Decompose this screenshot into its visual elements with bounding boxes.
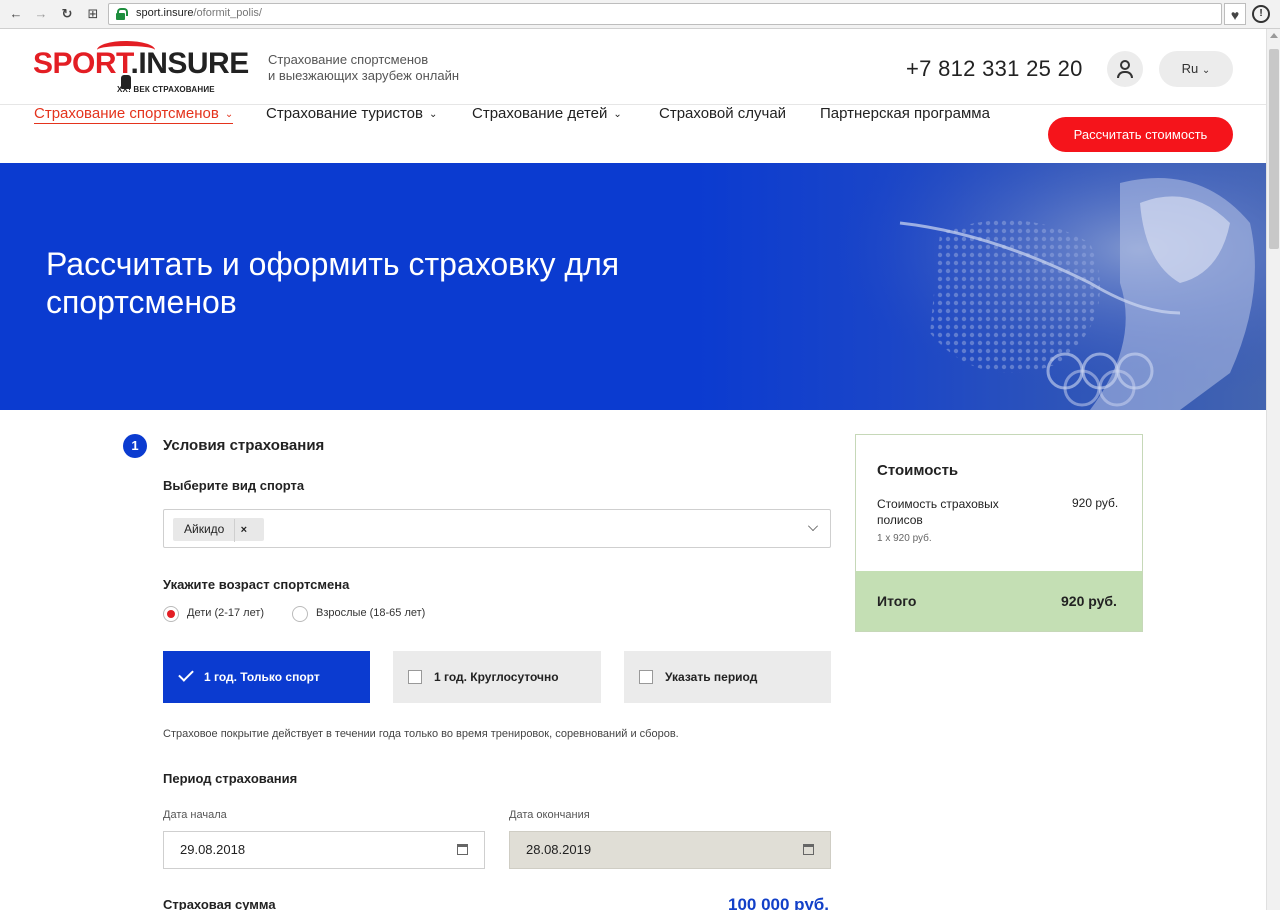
radio-icon[interactable]: [292, 606, 308, 622]
step-title: Условия страхования: [163, 437, 325, 454]
cost-title: Стоимость: [877, 462, 959, 479]
policy-cost-value: 920 руб.: [1072, 496, 1119, 510]
phone-number[interactable]: +7 812 331 25 20: [906, 56, 1083, 82]
url-text: sport.insure/oformit_polis/: [136, 7, 262, 19]
nav-item-claims[interactable]: Страховой случай: [659, 105, 786, 122]
site-header: SPORT.INSURE XX! ВЕК СТРАХОВАНИЕ Страхов…: [0, 29, 1266, 163]
user-icon-body: [1117, 71, 1133, 78]
scroll-up-icon[interactable]: [1270, 33, 1278, 38]
period-option-round-the-clock[interactable]: 1 год. Круглосуточно: [393, 651, 601, 703]
chevron-down-icon[interactable]: [808, 521, 818, 531]
checkbox-icon[interactable]: [408, 670, 422, 684]
logo-brand: SPORT.INSURE: [33, 47, 249, 80]
age-label: Укажите возраст спортсмена: [163, 577, 350, 592]
forward-icon[interactable]: →: [33, 6, 49, 22]
apps-icon[interactable]: ⊞: [85, 6, 101, 22]
step-number-badge: 1: [123, 434, 147, 458]
remove-sport-icon[interactable]: ×: [234, 519, 252, 542]
hero-athlete-image: [760, 163, 1266, 410]
scrollbar-thumb[interactable]: [1269, 49, 1279, 249]
calendar-icon[interactable]: [457, 844, 468, 855]
user-icon: [1120, 60, 1130, 70]
check-icon: [178, 666, 194, 682]
total-value: 920 руб.: [1061, 593, 1117, 609]
reload-icon[interactable]: ↻: [59, 6, 75, 22]
checkbox-icon[interactable]: [639, 670, 653, 684]
start-date-label: Дата начала: [163, 809, 227, 821]
insured-sum-value: 100 000 руб.: [728, 895, 830, 910]
chevron-down-icon: ⌄: [1201, 65, 1211, 76]
site-tagline: Страхование спортсменов и выезжающих зар…: [268, 52, 460, 83]
sport-label: Выберите вид спорта: [163, 478, 305, 493]
nav-item-tourists[interactable]: Страхование туристов ⌄: [266, 105, 437, 122]
chevron-down-icon: ⌄: [428, 109, 438, 120]
nav-item-athletes[interactable]: Страхование спортсменов ⌄: [34, 105, 234, 124]
policy-cost-label: Стоимость страховых полисов: [877, 497, 999, 527]
bookmark-heart-icon[interactable]: ♥: [1224, 3, 1246, 25]
radio-selected-icon[interactable]: [163, 606, 179, 622]
hero-title: Рассчитать и оформить страховку для спор…: [46, 246, 620, 320]
end-date-input: 28.08.2019: [509, 831, 831, 869]
nav-item-children[interactable]: Страхование детей ⌄: [472, 105, 622, 122]
sport-select[interactable]: Айкидо ×: [163, 509, 831, 548]
period-option-custom[interactable]: Указать период: [624, 651, 831, 703]
coverage-note: Страховое покрытие действует в течении г…: [163, 728, 679, 740]
chevron-down-icon: ⌄: [613, 109, 622, 120]
page-scrollbar[interactable]: [1266, 29, 1280, 910]
period-option-sport-only[interactable]: 1 год. Только спорт: [163, 651, 370, 703]
calculate-cost-button[interactable]: Рассчитать стоимость: [1048, 117, 1233, 152]
cost-summary-card: Стоимость Стоимость страховых полисов 92…: [855, 434, 1143, 632]
selected-sport-chip: Айкидо ×: [173, 518, 265, 542]
start-date-input[interactable]: 29.08.2018: [163, 831, 485, 869]
period-label: Период страхования: [163, 771, 298, 786]
policy-cost-breakdown: 1 х 920 руб.: [877, 533, 932, 544]
end-date-label: Дата окончания: [509, 809, 590, 821]
browser-toolbar: ← → ↻ ⊞ sport.insure/oformit_polis/ ♥ !: [0, 0, 1280, 29]
chevron-down-icon: ⌄: [224, 109, 234, 120]
nav-item-partners[interactable]: Партнерская программа: [820, 105, 990, 122]
lock-icon: [116, 8, 128, 20]
address-bar[interactable]: sport.insure/oformit_polis/: [108, 3, 1222, 25]
back-icon[interactable]: ←: [8, 6, 24, 22]
browser-menu-icon[interactable]: !: [1252, 5, 1270, 23]
account-button[interactable]: [1107, 51, 1143, 87]
logo-tagline: XX! ВЕК СТРАХОВАНИЕ: [117, 85, 215, 94]
insured-sum-label: Страховая сумма: [163, 897, 276, 910]
total-label: Итого: [877, 593, 917, 609]
hero-banner: Рассчитать и оформить страховку для спор…: [0, 163, 1266, 410]
calendar-icon: [803, 844, 814, 855]
language-select[interactable]: Ru ⌄: [1159, 51, 1233, 87]
site-logo[interactable]: SPORT.INSURE XX! ВЕК СТРАХОВАНИЕ: [33, 41, 249, 97]
total-row: Итого 920 руб.: [856, 571, 1142, 631]
